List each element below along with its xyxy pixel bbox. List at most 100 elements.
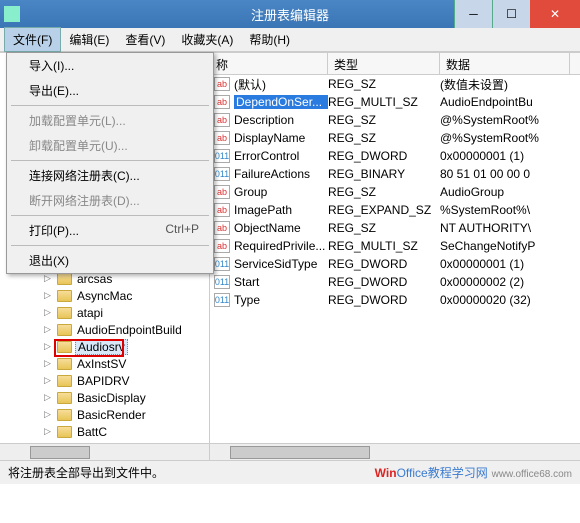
value-row[interactable]: 011 StartREG_DWORD0x00000002 (2) <box>210 273 580 291</box>
value-type: REG_SZ <box>328 185 440 199</box>
value-row[interactable]: abRequiredPrivile...REG_MULTI_SZSeChange… <box>210 237 580 255</box>
tree-label: AsyncMac <box>75 289 134 303</box>
expand-icon[interactable]: ▷ <box>44 324 54 335</box>
menu-connect[interactable]: 连接网络注册表(C)... <box>7 163 213 188</box>
value-row[interactable]: abDependOnSer...REG_MULTI_SZAudioEndpoin… <box>210 93 580 111</box>
string-icon: ab <box>214 77 230 91</box>
value-type: REG_SZ <box>328 77 440 91</box>
menu-file[interactable]: 文件(F) <box>4 27 61 52</box>
folder-icon <box>57 307 72 319</box>
list-scrollbar[interactable] <box>210 443 580 460</box>
tree-item-basicdisplay[interactable]: ▷ BasicDisplay <box>0 389 209 406</box>
value-name: Start <box>234 275 328 289</box>
tree-label: Audiosrv <box>75 339 128 355</box>
menu-print[interactable]: 打印(P)...Ctrl+P <box>7 218 213 243</box>
expand-icon[interactable]: ▷ <box>44 392 54 403</box>
menu-view[interactable]: 查看(V) <box>117 28 173 51</box>
value-row[interactable]: 011FailureActionsREG_BINARY80 51 01 00 0… <box>210 165 580 183</box>
value-row[interactable]: ab(默认)REG_SZ(数值未设置) <box>210 75 580 93</box>
folder-icon <box>57 375 72 387</box>
menu-import[interactable]: 导入(I)... <box>7 53 213 78</box>
value-data: AudioEndpointBu <box>440 95 533 109</box>
menu-help[interactable]: 帮助(H) <box>241 28 298 51</box>
value-type: REG_BINARY <box>328 167 440 181</box>
value-data: 80 51 01 00 00 0 <box>440 167 530 181</box>
value-data: SeChangeNotifyP <box>440 239 535 253</box>
tree-item-axinstsv[interactable]: ▷ AxInstSV <box>0 355 209 372</box>
tree-label: atapi <box>75 306 105 320</box>
expand-icon[interactable]: ▷ <box>44 375 54 386</box>
value-data: 0x00000002 (2) <box>440 275 524 289</box>
tree-item-audioendpointbuild[interactable]: ▷ AudioEndpointBuild <box>0 321 209 338</box>
value-name: Description <box>234 113 328 127</box>
expand-icon[interactable]: ▷ <box>44 358 54 369</box>
value-data: @%SystemRoot% <box>440 131 539 145</box>
value-name: ObjectName <box>234 221 328 235</box>
tree-scrollbar[interactable] <box>0 443 209 460</box>
menu-favorites[interactable]: 收藏夹(A) <box>173 28 241 51</box>
value-type: REG_MULTI_SZ <box>328 95 440 109</box>
tree-label: BasicRender <box>75 408 148 422</box>
col-type[interactable]: 类型 <box>328 53 440 74</box>
col-data[interactable]: 数据 <box>440 53 570 74</box>
expand-icon[interactable]: ▷ <box>44 307 54 318</box>
value-row[interactable]: abImagePathREG_EXPAND_SZ%SystemRoot%\ <box>210 201 580 219</box>
value-type: REG_DWORD <box>328 257 440 271</box>
value-data: AudioGroup <box>440 185 504 199</box>
tree-item-atapi[interactable]: ▷ atapi <box>0 304 209 321</box>
value-row[interactable]: 011ServiceSidTypeREG_DWORD0x00000001 (1) <box>210 255 580 273</box>
value-data: 0x00000020 (32) <box>440 293 531 307</box>
string-icon: ab <box>214 203 230 217</box>
folder-icon <box>57 409 72 421</box>
menu-unload-hive[interactable]: 卸载配置单元(U)... <box>7 133 213 158</box>
value-data: NT AUTHORITY\ <box>440 221 531 235</box>
status-text: 将注册表全部导出到文件中。 <box>8 464 164 481</box>
value-row[interactable]: ab GroupREG_SZAudioGroup <box>210 183 580 201</box>
menu-edit[interactable]: 编辑(E) <box>61 28 117 51</box>
close-button[interactable]: ✕ <box>530 0 580 28</box>
tree-item-audiosrv[interactable]: ▷ Audiosrv <box>0 338 209 355</box>
expand-icon[interactable]: ▷ <box>44 290 54 301</box>
binary-icon: 011 <box>214 293 230 307</box>
tree-label: BasicDisplay <box>75 391 148 405</box>
value-row[interactable]: abDisplayNameREG_SZ@%SystemRoot% <box>210 129 580 147</box>
tree-label: AxInstSV <box>75 357 128 371</box>
tree-label: AudioEndpointBuild <box>75 323 184 337</box>
menubar: 文件(F) 编辑(E) 查看(V) 收藏夹(A) 帮助(H) <box>0 28 580 52</box>
menu-load-hive[interactable]: 加载配置单元(L)... <box>7 108 213 133</box>
menu-exit[interactable]: 退出(X) <box>7 248 213 273</box>
tree-item-basicrender[interactable]: ▷ BasicRender <box>0 406 209 423</box>
folder-icon <box>57 290 72 302</box>
list-pane: 称 类型 数据 ab(默认)REG_SZ(数值未设置)abDependOnSer… <box>210 53 580 460</box>
tree-item-bapidrv[interactable]: ▷ BAPIDRV <box>0 372 209 389</box>
expand-icon[interactable]: ▷ <box>44 341 54 352</box>
value-row[interactable]: 011ErrorControlREG_DWORD0x00000001 (1) <box>210 147 580 165</box>
menu-export[interactable]: 导出(E)... <box>7 78 213 103</box>
value-type: REG_EXPAND_SZ <box>328 203 440 217</box>
value-row[interactable]: abObjectNameREG_SZNT AUTHORITY\ <box>210 219 580 237</box>
tree-item-asyncmac[interactable]: ▷ AsyncMac <box>0 287 209 304</box>
maximize-button[interactable]: ☐ <box>492 0 530 28</box>
value-name: FailureActions <box>234 167 328 181</box>
expand-icon[interactable]: ▷ <box>44 426 54 437</box>
value-data: %SystemRoot%\ <box>440 203 530 217</box>
app-icon <box>4 6 20 22</box>
value-type: REG_SZ <box>328 113 440 127</box>
folder-icon <box>57 324 72 336</box>
value-type: REG_DWORD <box>328 275 440 289</box>
value-data: 0x00000001 (1) <box>440 149 524 163</box>
expand-icon[interactable]: ▷ <box>44 409 54 420</box>
value-name: Group <box>234 185 328 199</box>
string-icon: ab <box>214 185 230 199</box>
tree-label: BAPIDRV <box>75 374 131 388</box>
tree-item-battc[interactable]: ▷BattC <box>0 423 209 440</box>
value-row[interactable]: 011TypeREG_DWORD0x00000020 (32) <box>210 291 580 309</box>
folder-icon <box>57 392 72 404</box>
expand-icon[interactable]: ▷ <box>44 273 54 284</box>
watermark: WinOffice教程学习网 www.office68.com <box>375 464 572 481</box>
col-name[interactable]: 称 <box>210 53 328 74</box>
value-row[interactable]: abDescriptionREG_SZ@%SystemRoot% <box>210 111 580 129</box>
binary-icon: 011 <box>214 275 230 289</box>
minimize-button[interactable]: ─ <box>454 0 492 28</box>
menu-disconnect[interactable]: 断开网络注册表(D)... <box>7 188 213 213</box>
